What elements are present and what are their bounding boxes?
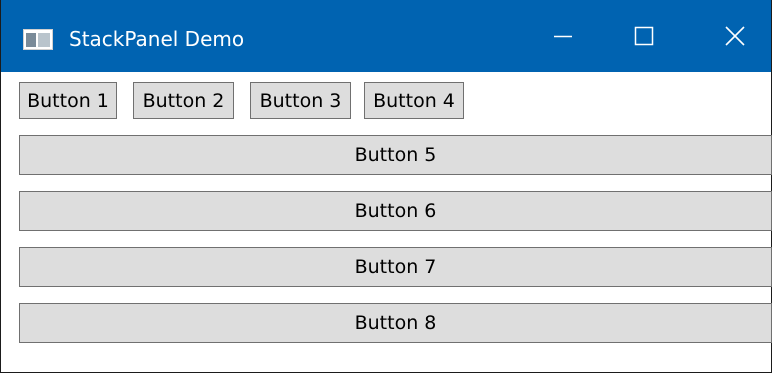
window-app-icon [23, 29, 53, 50]
button-1[interactable]: Button 1 [19, 82, 117, 119]
app-window: StackPanel Demo Button 1 Button 2 Button… [0, 0, 772, 373]
button-6[interactable]: Button 6 [19, 191, 772, 231]
button-8[interactable]: Button 8 [19, 303, 772, 343]
close-button[interactable] [691, 0, 772, 72]
maximize-button[interactable] [600, 0, 688, 72]
maximize-icon [634, 26, 654, 46]
minimize-button[interactable] [519, 0, 607, 72]
button-5[interactable]: Button 5 [19, 135, 772, 175]
button-3[interactable]: Button 3 [250, 82, 351, 119]
button-4[interactable]: Button 4 [364, 82, 464, 119]
window-content: Button 1 Button 2 Button 3 Button 4 Butt… [8, 72, 772, 366]
close-icon [725, 26, 745, 46]
window-title: StackPanel Demo [69, 27, 245, 51]
title-bar[interactable]: StackPanel Demo [1, 0, 771, 72]
minimize-icon [553, 26, 573, 46]
button-7[interactable]: Button 7 [19, 247, 772, 287]
button-2[interactable]: Button 2 [133, 82, 234, 119]
